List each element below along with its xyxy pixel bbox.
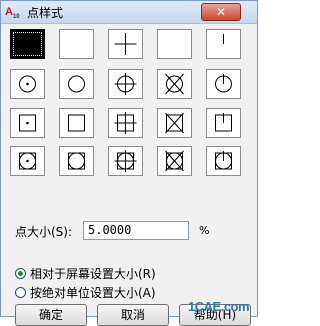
close-icon: ✕ [215,5,227,19]
point-style-square-x-icon [165,112,184,134]
absolute-size-radio[interactable] [15,287,26,298]
point-style-circle-icon [68,75,85,93]
point-style-plus-icon [114,33,137,55]
point-size-unit: % [199,224,210,237]
point-style-tick[interactable] [206,29,241,59]
point-size-input[interactable]: 5.0000 [83,221,189,240]
point-style-circle-tick-icon [215,74,232,93]
point-style-empty[interactable] [59,29,94,59]
point-style-square-circle[interactable] [59,146,94,176]
point-style-circle-plus-icon [114,73,137,95]
point-style-circle-dot[interactable] [10,69,45,99]
point-style-square-x[interactable] [157,108,192,138]
point-style-circle[interactable] [59,69,94,99]
point-style-tick-icon [223,34,224,44]
point-style-square-circle-dot-icon [19,152,36,170]
autocad-icon: A10 [5,6,20,21]
point-style-square-plus-icon [114,112,137,134]
point-style-dialog: A10 点样式 ✕ 点大小(S): 5.0000 % 相对于屏幕设置大小(R) … [0,0,258,326]
ok-button[interactable]: 确定 [15,304,87,326]
point-style-square-circle-x[interactable] [157,146,192,176]
point-style-circle-tick[interactable] [206,69,241,99]
point-style-square-circle-dot[interactable] [10,146,45,176]
watermark-logo: 1CAE.com [188,299,250,314]
point-style-circle-plus[interactable] [108,69,143,99]
point-style-square-circle-plus[interactable] [108,146,143,176]
dialog-title: 点样式 [27,6,64,20]
close-button[interactable]: ✕ [201,3,241,21]
point-style-x-cross-icon [158,30,191,58]
relative-size-option[interactable]: 相对于屏幕设置大小(R) [15,265,156,282]
point-style-square-circle-tick[interactable] [206,146,241,176]
point-style-square-icon [68,114,85,132]
point-style-square-circle-plus-icon [114,150,137,172]
absolute-size-label: 按绝对单位设置大小(A) [30,286,156,300]
point-style-empty-icon [60,30,93,58]
point-style-circle-x-icon [165,73,184,95]
point-style-square-plus[interactable] [108,108,143,138]
point-style-square-circle-tick-icon [215,151,232,170]
point-style-filled-dot-selected[interactable] [10,29,45,59]
point-size-label: 点大小(S): [15,225,73,239]
absolute-size-option[interactable]: 按绝对单位设置大小(A) [15,284,156,301]
relative-size-radio[interactable] [15,268,26,279]
point-style-x-cross[interactable] [157,29,192,59]
point-style-square-dot-icon [19,114,36,132]
title-bar[interactable]: A10 点样式 ✕ [1,1,257,24]
point-style-plus[interactable] [108,29,143,59]
point-style-square-circle-x-icon [165,150,184,172]
point-style-square-tick[interactable] [206,108,241,138]
point-style-circle-dot-icon [19,75,36,93]
point-style-square-dot[interactable] [10,108,45,138]
cancel-button[interactable]: 取消 [97,304,169,326]
point-style-circle-x[interactable] [157,69,192,99]
point-style-square-tick-icon [215,113,232,132]
point-style-square-circle-icon [68,152,85,170]
relative-size-label: 相对于屏幕设置大小(R) [30,267,156,281]
point-style-square[interactable] [59,108,94,138]
